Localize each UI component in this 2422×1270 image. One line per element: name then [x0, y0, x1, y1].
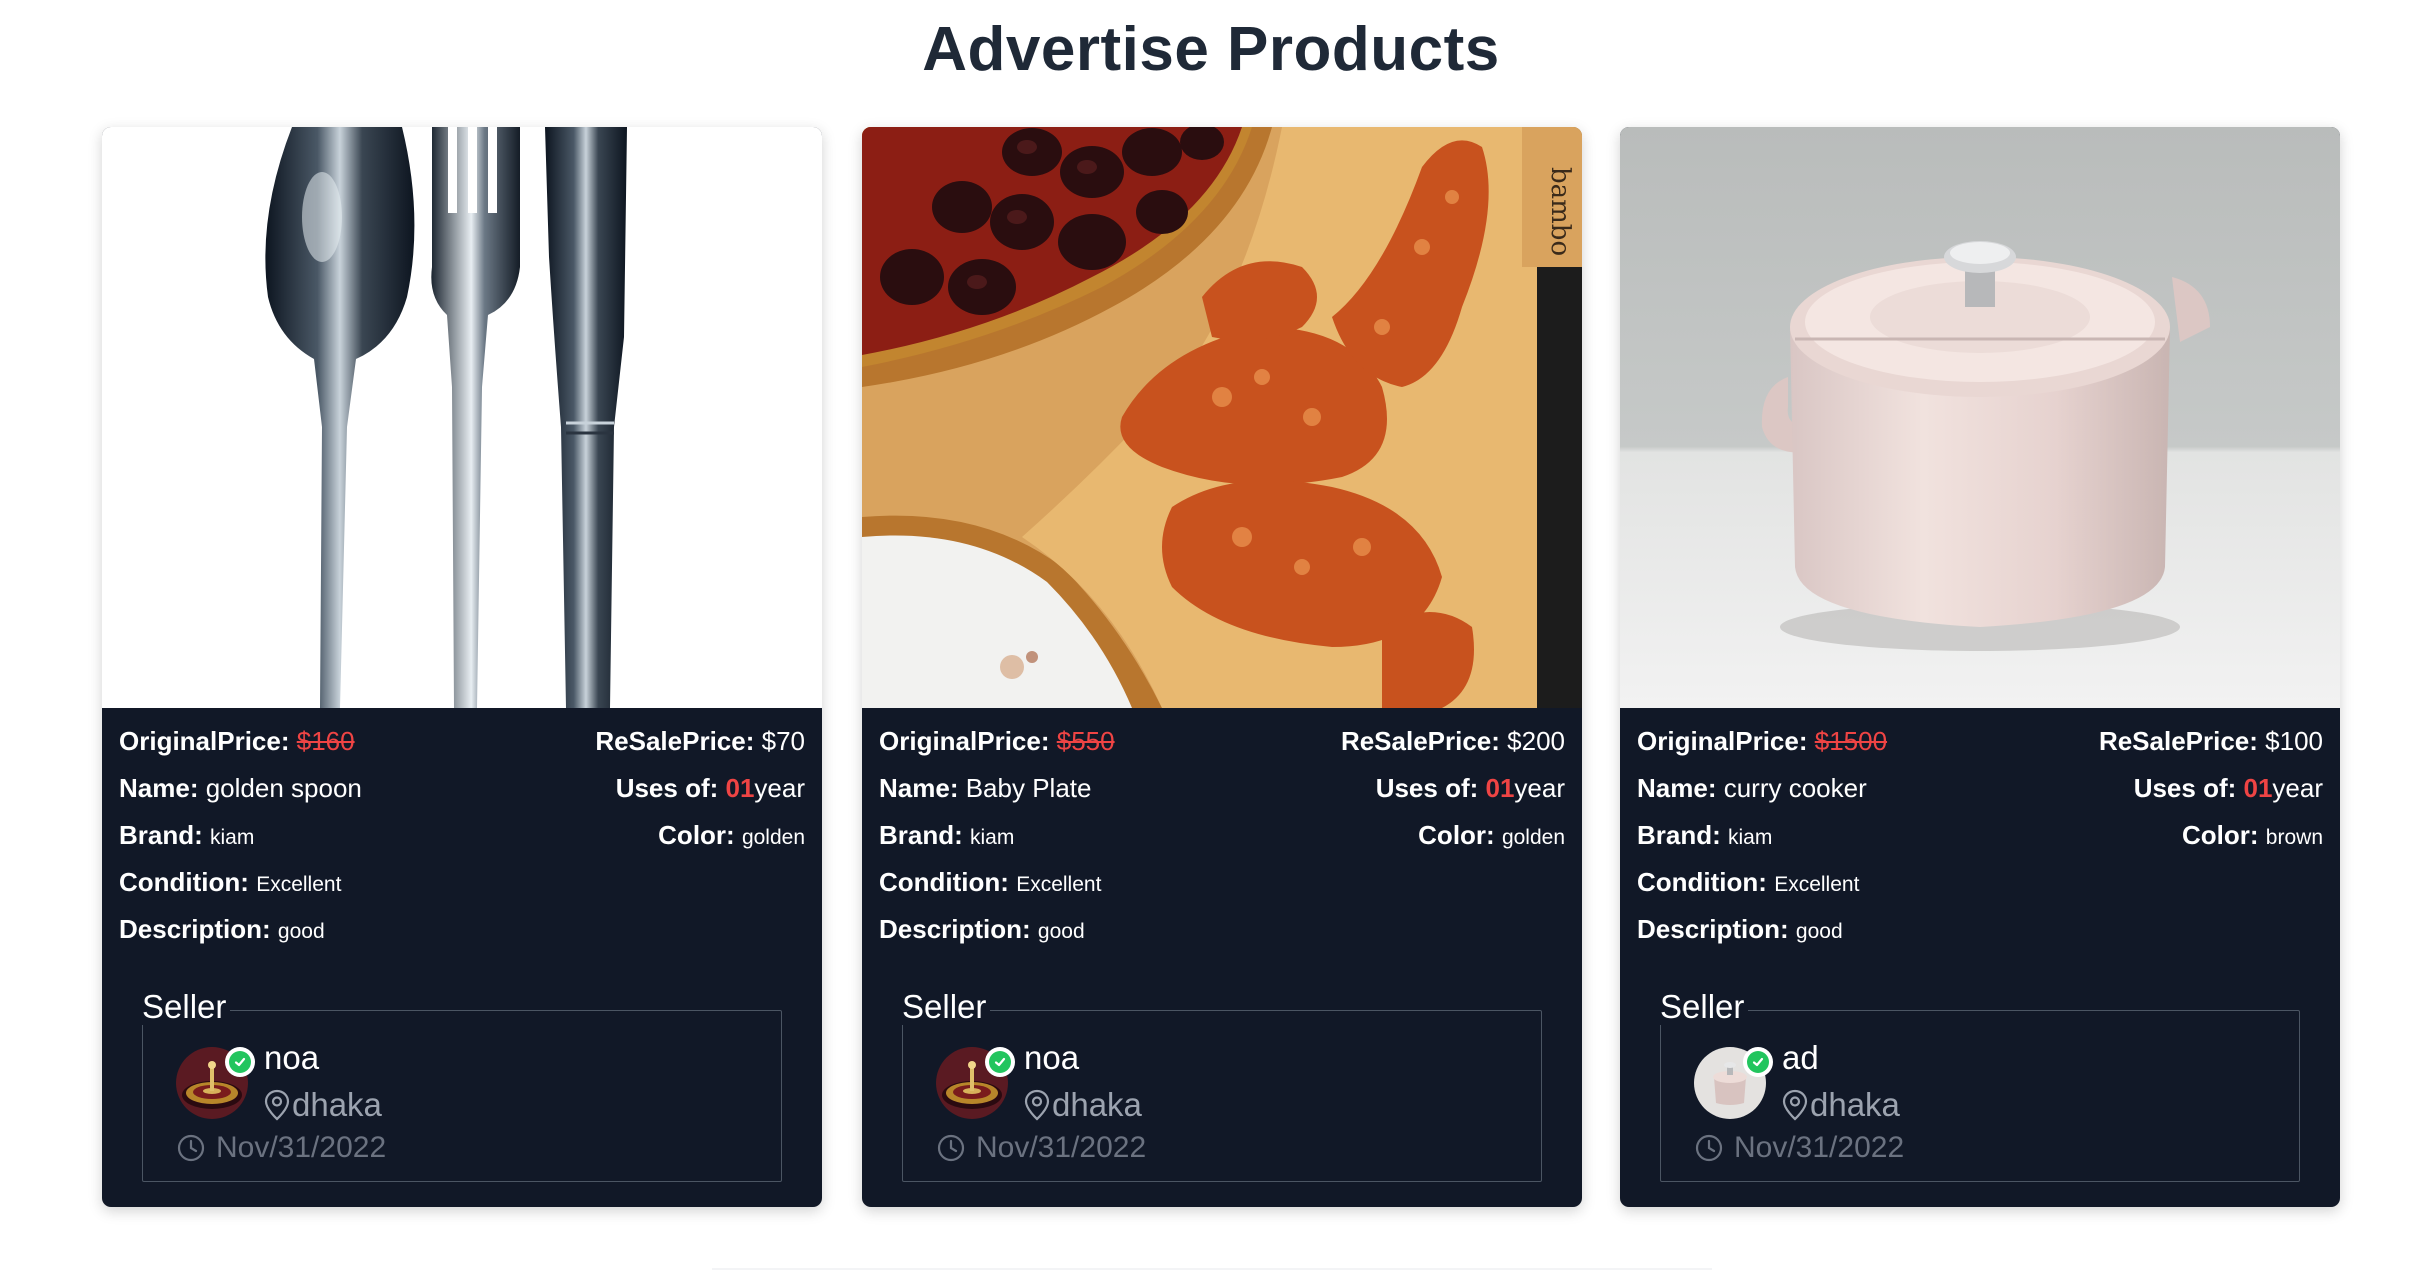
seller-post-date: Nov/31/2022	[936, 1131, 1146, 1165]
location-pin-icon	[1024, 1089, 1050, 1121]
check-icon	[234, 1057, 246, 1067]
resale-price: ReSalePrice: $70	[595, 726, 805, 756]
seller-name: noa	[264, 1039, 320, 1076]
check-icon	[1752, 1057, 1764, 1067]
original-price: OriginalPrice: $160	[119, 726, 355, 756]
baby-plate-image: bambo	[862, 127, 1582, 708]
product-name: Name: Baby Plate	[879, 773, 1092, 803]
product-brand: Brand: kiam	[879, 820, 1015, 850]
seller-location: dhaka	[1782, 1086, 1900, 1124]
seller-name: noa	[1024, 1039, 1080, 1076]
product-details: OriginalPrice: $1500 ReSalePrice: $100 N…	[1620, 708, 2340, 1182]
seller-info: Seller ad dhaka Nov/31/2022	[1658, 989, 2300, 1182]
product-color: Color: brown	[2182, 820, 2323, 850]
product-image: bambo	[862, 127, 1582, 708]
product-card[interactable]: OriginalPrice: $160 ReSalePrice: $70 Nam…	[102, 127, 822, 1207]
verified-badge	[1743, 1047, 1773, 1077]
verified-badge	[225, 1047, 255, 1077]
product-card-list: OriginalPrice: $160 ReSalePrice: $70 Nam…	[102, 127, 2340, 1207]
verified-badge	[985, 1047, 1015, 1077]
product-card[interactable]: OriginalPrice: $1500 ReSalePrice: $100 N…	[1620, 127, 2340, 1207]
location-pin-icon	[1782, 1089, 1808, 1121]
product-description: Description: good	[1637, 914, 1843, 944]
uses-duration: Uses of: 01year	[1375, 773, 1565, 803]
seller-location: dhaka	[1024, 1086, 1142, 1124]
check-icon	[994, 1057, 1006, 1067]
product-description: Description: good	[879, 914, 1085, 944]
pink-pot-image	[1620, 127, 2340, 708]
original-price: OriginalPrice: $1500	[1637, 726, 1888, 756]
clock-icon	[1695, 1134, 1723, 1162]
seller-info: Seller noa dhaka Nov/31/2022	[140, 989, 782, 1182]
product-image	[102, 127, 822, 708]
product-condition: Condition: Excellent	[1637, 867, 1860, 897]
uses-duration: Uses of: 01year	[615, 773, 805, 803]
product-name: Name: curry cooker	[1637, 773, 1867, 803]
product-brand: Brand: kiam	[1637, 820, 1773, 850]
product-image	[1620, 127, 2340, 708]
location-pin-icon	[264, 1089, 290, 1121]
product-details: OriginalPrice: $160 ReSalePrice: $70 Nam…	[102, 708, 822, 1182]
seller-info: Seller noa dhaka Nov/31/2022	[900, 989, 1542, 1182]
product-condition: Condition: Excellent	[119, 867, 342, 897]
seller-post-date: Nov/31/2022	[1694, 1131, 1904, 1165]
product-color: Color: golden	[658, 820, 805, 850]
seller-heading: Seller	[1658, 989, 1749, 1025]
product-card[interactable]: bambo OriginalPrice: $550 ReSalePrice: $…	[862, 127, 1582, 1207]
seller-name: ad	[1782, 1039, 1819, 1076]
cutlery-image	[102, 127, 822, 708]
product-color: Color: golden	[1418, 820, 1565, 850]
seller-heading: Seller	[900, 989, 991, 1025]
resale-price: ReSalePrice: $200	[1340, 726, 1565, 756]
seller-post-date: Nov/31/2022	[176, 1131, 386, 1165]
product-description: Description: good	[119, 914, 325, 944]
product-details: OriginalPrice: $550 ReSalePrice: $200 Na…	[862, 708, 1582, 1182]
product-name: Name: golden spoon	[119, 773, 362, 803]
clock-icon	[177, 1134, 205, 1162]
seller-location: dhaka	[264, 1086, 382, 1124]
uses-duration: Uses of: 01year	[2133, 773, 2323, 803]
clock-icon	[937, 1134, 965, 1162]
seller-heading: Seller	[140, 989, 231, 1025]
resale-price: ReSalePrice: $100	[2098, 726, 2323, 756]
product-condition: Condition: Excellent	[879, 867, 1102, 897]
page-title: Advertise Products	[922, 15, 1500, 84]
original-price: OriginalPrice: $550	[879, 726, 1115, 756]
product-brand: Brand: kiam	[119, 820, 255, 850]
svg-text:bambo: bambo	[1545, 167, 1575, 256]
